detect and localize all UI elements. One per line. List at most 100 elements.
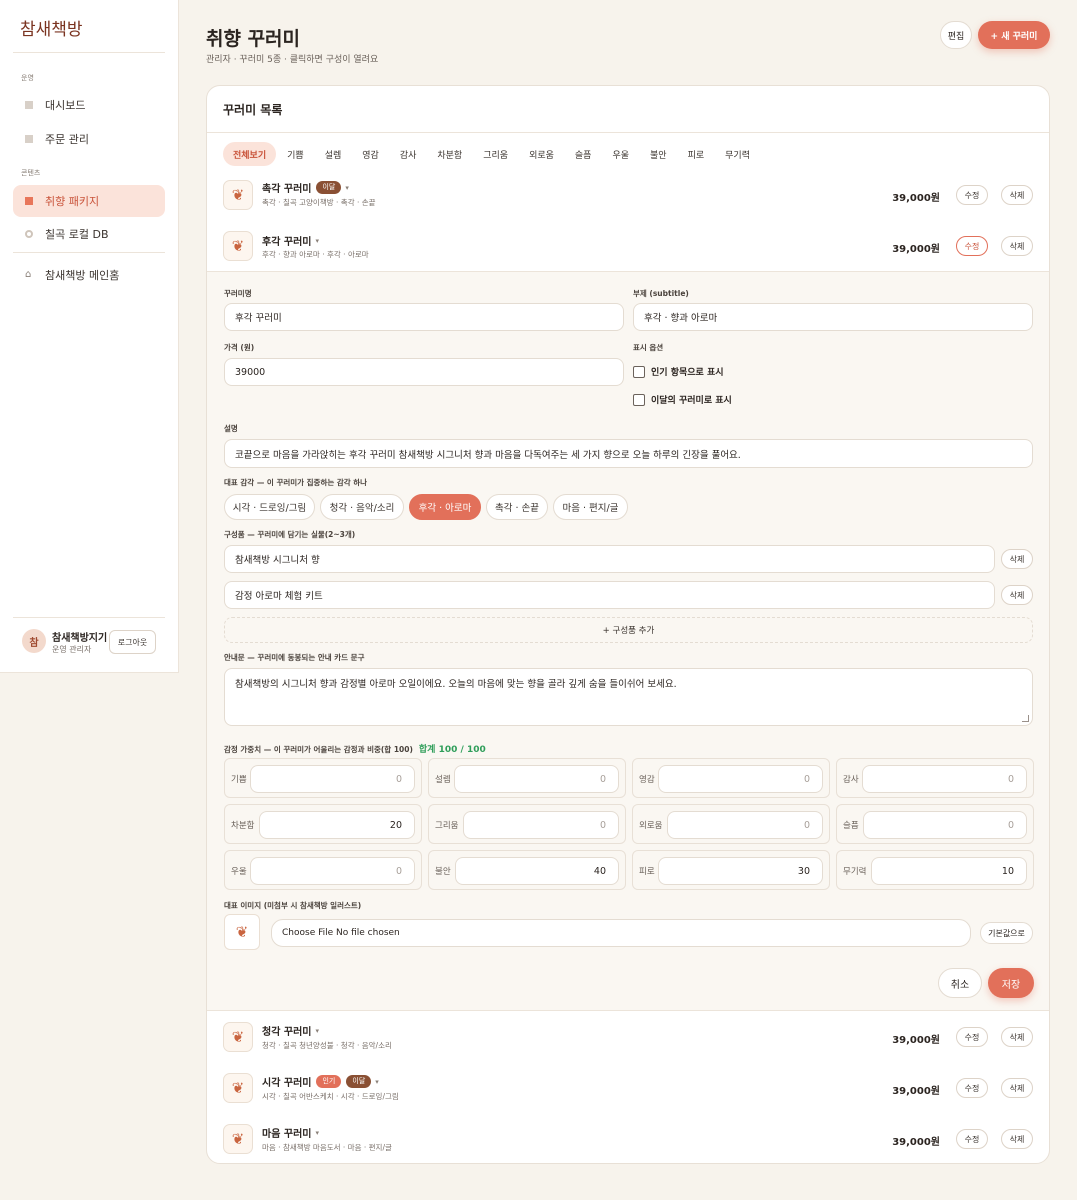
weight-input[interactable]: 0 [667,811,823,839]
weight-input[interactable]: 0 [463,811,619,839]
tab-loneliness[interactable]: 외로움 [519,142,564,166]
tab-anxiety[interactable]: 불안 [640,142,677,166]
tab-joy[interactable]: 기쁨 [277,142,314,166]
brand-logo[interactable]: 참새책방 [20,15,83,40]
chevron-down-icon: ▾ [315,236,319,245]
component-field[interactable]: 감정 아로마 체험 키트 [224,581,995,609]
divider [13,617,165,618]
edit-row-button[interactable]: 수정 [956,236,988,256]
sidebar-item-dashboard[interactable]: 대시보드 [13,89,165,121]
tab-flutter[interactable]: 설렘 [315,142,352,166]
delete-row-button[interactable]: 삭제 [1001,236,1033,256]
delete-component-button[interactable]: 삭제 [1001,549,1033,569]
sense-option-hearing[interactable]: 청각 · 음악/소리 [320,494,404,520]
bird-illustration-icon: ❦ [223,1073,253,1103]
description-field[interactable]: 코끝으로 마음을 가라앉히는 후각 꾸러미 참새책방 시그니처 향과 마음을 다… [224,439,1033,468]
sidebar-item-packages[interactable]: 취향 패키지 [13,185,165,217]
square-icon [25,101,33,109]
new-package-button[interactable]: + 새 꾸러미 [978,21,1050,49]
tab-sadness[interactable]: 슬픔 [565,142,602,166]
logout-button[interactable]: 로그아웃 [109,630,156,654]
list-item[interactable]: ❦ 촉각 꾸러미 이달 ▾ 촉각 · 칠곡 고양이책방 · 촉각 · 손끝 39… [207,170,1049,220]
tab-depression[interactable]: 우울 [602,142,639,166]
square-icon [25,135,33,143]
resize-handle-icon[interactable] [1022,715,1029,722]
weight-label: 차분함 [231,821,255,831]
checkbox-box[interactable] [633,365,645,378]
weight-input[interactable]: 20 [259,811,415,839]
list-item[interactable]: ❦ 청각 꾸러미 ▾ 청각 · 칠곡 청년양성불 · 청각 · 음악/소리 39… [207,1012,1049,1062]
field-label: 대표 감각 — 이 꾸러미가 집중하는 감각 하나 [224,478,368,487]
package-subtitle: 청각 · 칠곡 청년양성불 · 청각 · 음악/소리 [262,1041,392,1050]
weight-input[interactable]: 0 [862,765,1027,793]
reset-image-button[interactable]: 기본값으로 [980,922,1033,944]
weight-input[interactable]: 10 [871,857,1027,885]
tab-calm[interactable]: 차분함 [427,142,472,166]
weight-input[interactable]: 0 [250,765,415,793]
weight-input[interactable]: 0 [658,765,823,793]
sense-option-touch[interactable]: 촉각 · 손끝 [486,494,548,520]
edit-row-button[interactable]: 수정 [956,1129,988,1149]
tab-longing[interactable]: 그리움 [473,142,518,166]
edit-row-button[interactable]: 수정 [956,1027,988,1047]
bird-illustration-icon: ❦ [224,914,260,950]
edit-row-button[interactable]: 수정 [956,185,988,205]
cancel-button[interactable]: 취소 [938,968,982,998]
sense-option-heart[interactable]: 마음 · 편지/글 [553,494,628,520]
monthly-checkbox[interactable]: 이달의 꾸러미로 표시 [633,393,732,406]
field-label: 설명 [224,424,238,433]
package-name-field[interactable]: 후각 꾸러미 [224,303,624,331]
weights-total: 합계 100 / 100 [418,745,486,755]
save-button[interactable]: 저장 [988,968,1034,998]
subtitle-field[interactable]: 후각 · 향과 아로마 [633,303,1033,331]
guide-textarea[interactable]: 참새책방의 시그니처 향과 감정별 아로마 오일이에요. 오늘의 마음에 맞는 … [224,668,1033,726]
delete-row-button[interactable]: 삭제 [1001,1129,1033,1149]
weight-input[interactable]: 40 [455,857,619,885]
sidebar-item-label: 참새책방 메인홈 [45,269,120,282]
sidebar-item-local-db[interactable]: 칠곡 로컬 DB [13,218,165,250]
weight-cell: 영감 0 [632,758,830,798]
weight-label: 외로움 [639,821,663,831]
weight-input[interactable]: 0 [454,765,619,793]
sidebar-item-orders[interactable]: 주문 관리 [13,123,165,155]
package-name: 청각 꾸러미 [262,1027,312,1038]
sense-option-visual[interactable]: 시각 · 드로잉/그림 [224,494,315,520]
file-input[interactable]: Choose File No file chosen [271,919,971,947]
list-item[interactable]: ❦ 후각 꾸러미 ▾ 후각 · 향과 아로마 · 후각 · 아로마 39,000… [207,221,1049,271]
sense-option-smell[interactable]: 후각 · 아로마 [409,494,481,520]
popular-checkbox[interactable]: 인기 항목으로 표시 [633,365,724,378]
tab-inspiration[interactable]: 영감 [352,142,389,166]
package-price: 39,000원 [892,244,940,255]
delete-row-button[interactable]: 삭제 [1001,185,1033,205]
card-title: 꾸러미 목록 [223,103,283,117]
checkbox-box[interactable] [633,393,645,406]
delete-row-button[interactable]: 삭제 [1001,1078,1033,1098]
field-label: 대표 이미지 (미첨부 시 참새책방 일러스트) [224,901,362,910]
weight-input[interactable]: 30 [658,857,823,885]
package-subtitle: 촉각 · 칠곡 고양이책방 · 촉각 · 손끝 [262,198,376,207]
weight-input[interactable]: 0 [863,811,1027,839]
dot-icon [25,230,33,238]
tab-gratitude[interactable]: 감사 [390,142,427,166]
package-name: 촉각 꾸러미 [262,184,312,195]
chevron-down-icon: ▾ [315,1128,319,1137]
sidebar-item-home[interactable]: ⌂ 참새책방 메인홈 [13,259,165,291]
delete-component-button[interactable]: 삭제 [1001,585,1033,605]
avatar: 참 [22,629,46,653]
tab-all[interactable]: 전체보기 [223,142,277,166]
edit-row-button[interactable]: 수정 [956,1078,988,1098]
package-name-line: 마음 꾸러미 ▾ [262,1125,319,1141]
component-field[interactable]: 참새책방 시그니처 향 [224,545,995,573]
list-item[interactable]: ❦ 시각 꾸러미 인기 이달 ▾ 시각 · 칠곡 어반스케치 · 시각 · 드로… [207,1063,1049,1113]
package-name-line: 청각 꾸러미 ▾ [262,1023,319,1039]
delete-row-button[interactable]: 삭제 [1001,1027,1033,1047]
list-item[interactable]: ❦ 마음 꾸러미 ▾ 마음 · 참새책방 마음도서 · 마음 · 편지/글 39… [207,1114,1049,1163]
tab-fatigue[interactable]: 피로 [678,142,715,166]
add-component-button[interactable]: + 구성품 추가 [224,617,1033,643]
weight-input[interactable]: 0 [250,857,415,885]
bird-illustration-icon: ❦ [223,1124,253,1154]
user-name: 참새책방지기 [52,633,108,644]
edit-button[interactable]: 편집 [940,21,972,49]
tab-lethargy[interactable]: 무기력 [715,142,760,166]
price-field[interactable]: 39000 [224,358,624,386]
